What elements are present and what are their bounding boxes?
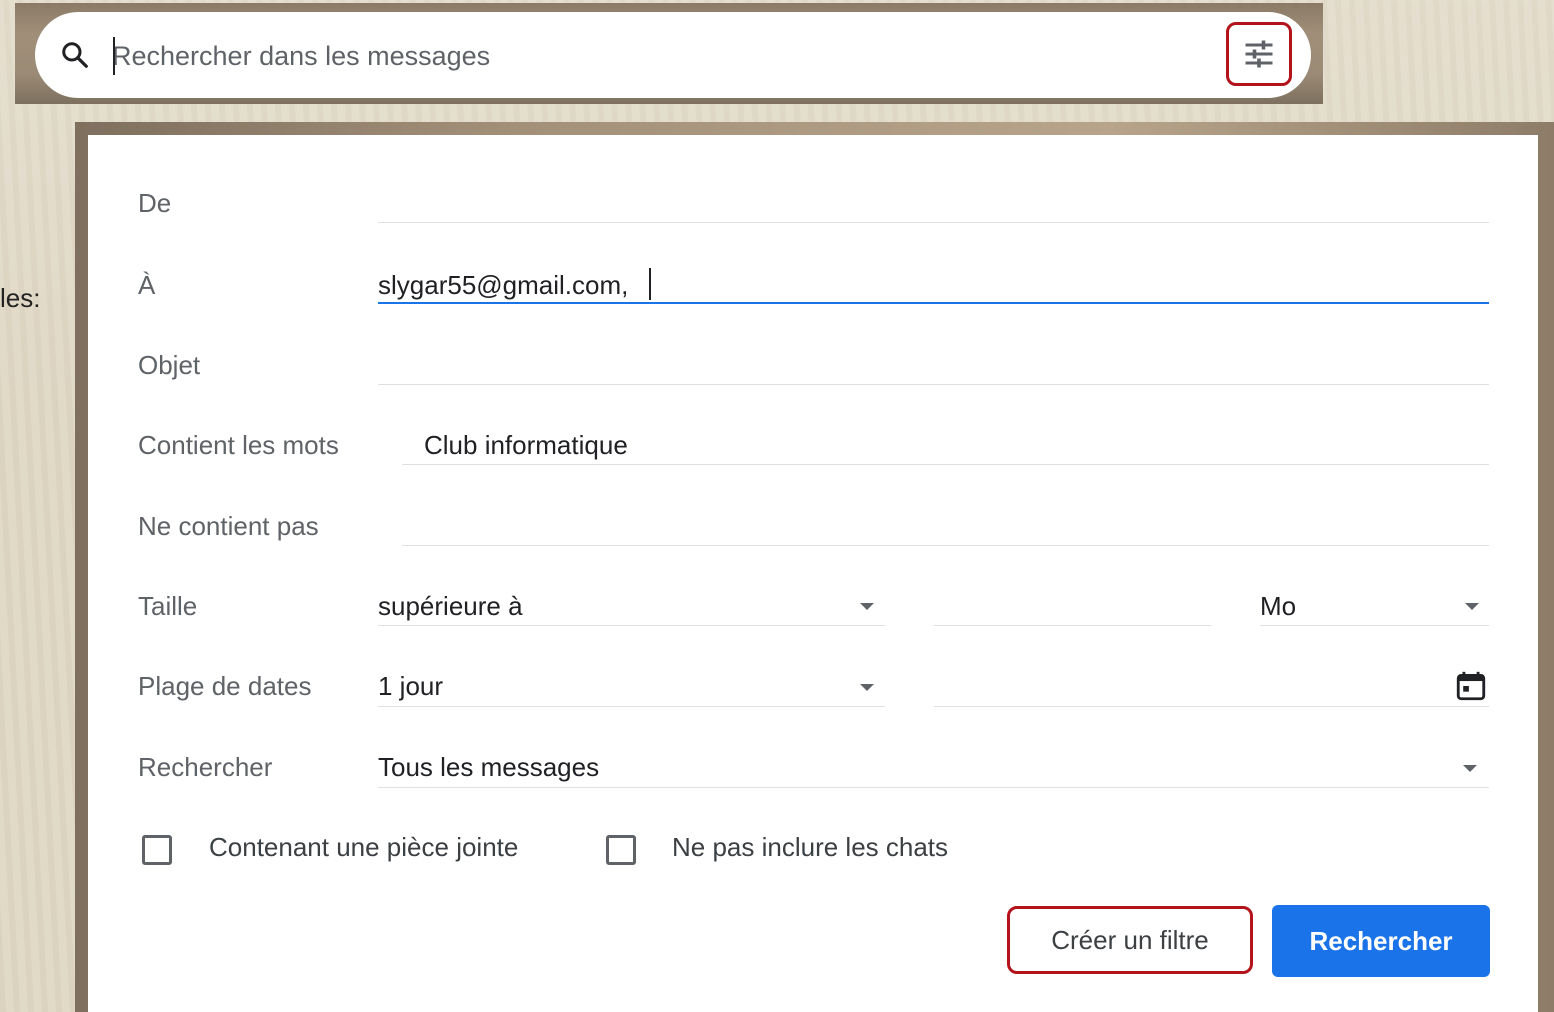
size-operator-select[interactable]: supérieure à: [378, 591, 523, 622]
dropdown-arrow-icon[interactable]: [1465, 603, 1479, 610]
date-range-select[interactable]: 1 jour: [378, 671, 443, 702]
size-unit-select[interactable]: Mo: [1260, 591, 1296, 622]
to-field-underline: [378, 302, 1489, 304]
exclude-chats-checkbox[interactable]: [606, 835, 636, 865]
search-button-label: Rechercher: [1309, 925, 1453, 956]
dropdown-arrow-icon[interactable]: [860, 684, 874, 691]
size-unit-underline: [1260, 625, 1489, 626]
date-range-underline: [378, 706, 885, 707]
from-field-underline: [378, 222, 1489, 223]
search-icon[interactable]: [60, 40, 90, 70]
has-attachment-label: Contenant une pièce jointe: [209, 832, 519, 862]
not-words-label: Ne contient pas: [138, 511, 319, 541]
calendar-icon[interactable]: [1454, 668, 1488, 704]
create-filter-label: Créer un filtre: [1051, 924, 1209, 955]
from-label: De: [138, 188, 172, 218]
text-caret: [649, 268, 651, 300]
text-caret: [113, 37, 115, 75]
subject-field-underline: [378, 384, 1489, 385]
to-label: À: [138, 270, 156, 300]
search-in-underline: [378, 787, 1489, 788]
has-words-field-underline: [402, 464, 1489, 465]
create-filter-button[interactable]: Créer un filtre: [1007, 906, 1253, 974]
search-input[interactable]: [112, 34, 1202, 78]
exclude-chats-label: Ne pas inclure les chats: [672, 832, 949, 862]
subject-label: Objet: [138, 350, 201, 380]
size-label: Taille: [138, 591, 198, 621]
date-input-underline: [934, 706, 1489, 707]
tune-icon: [1245, 40, 1273, 68]
has-words-input[interactable]: Club informatique: [424, 430, 628, 461]
has-attachment-checkbox[interactable]: [142, 835, 172, 865]
size-operator-underline: [378, 625, 885, 626]
date-range-label: Plage de dates: [138, 671, 312, 701]
search-button[interactable]: Rechercher: [1272, 905, 1490, 977]
advanced-search-panel: [88, 135, 1538, 1012]
search-in-label: Rechercher: [138, 752, 273, 782]
dropdown-arrow-icon[interactable]: [860, 603, 874, 610]
not-words-field-underline: [402, 545, 1489, 546]
size-value-underline: [934, 625, 1211, 626]
has-words-label: Contient les mots: [138, 430, 339, 460]
search-in-select[interactable]: Tous les messages: [378, 752, 599, 783]
dropdown-arrow-icon[interactable]: [1463, 765, 1477, 772]
to-input[interactable]: slygar55@gmail.com,: [378, 270, 628, 301]
clipped-text: les:: [0, 283, 41, 313]
search-options-button[interactable]: [1226, 22, 1292, 86]
